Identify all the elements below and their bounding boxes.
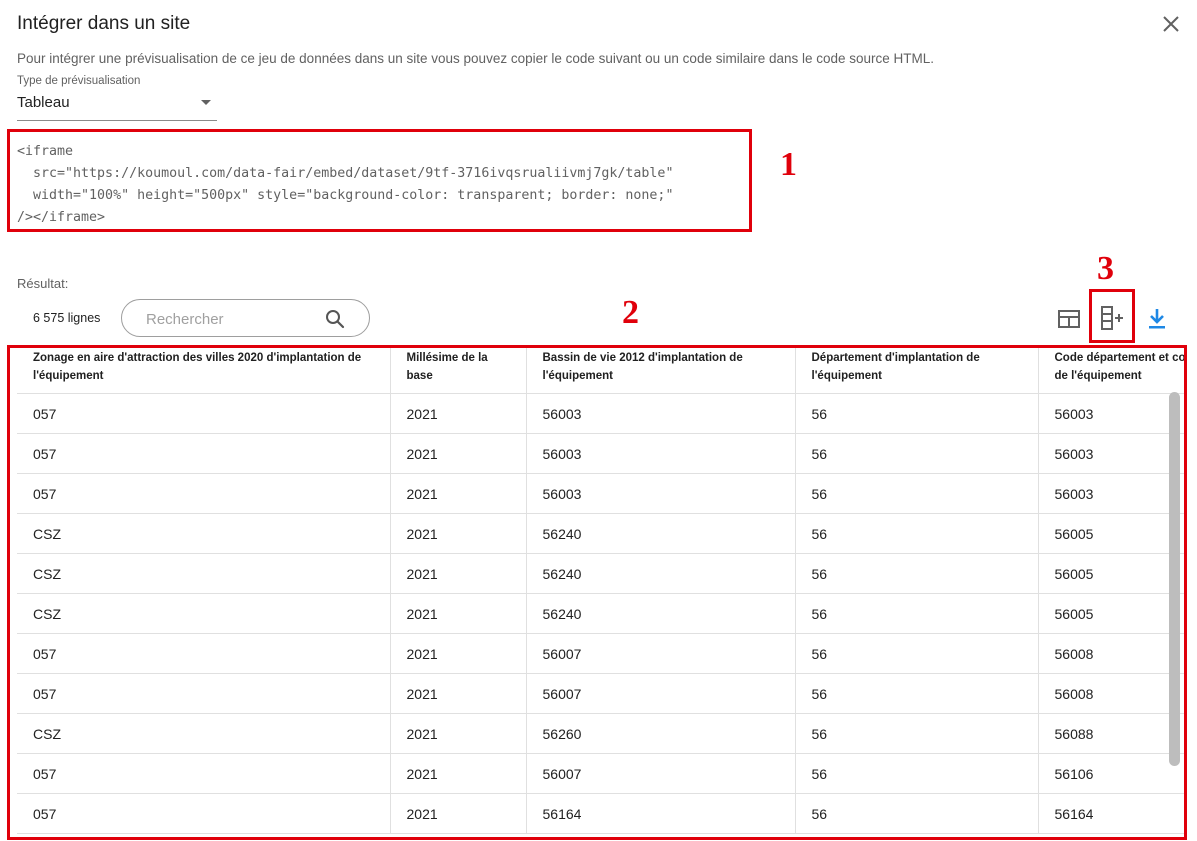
table-view-button[interactable]: [1055, 305, 1083, 333]
intro-text: Pour intégrer une prévisualisation de ce…: [17, 51, 935, 66]
embed-dialog: Intégrer dans un site Pour intégrer une …: [0, 0, 1197, 841]
preview-type-label: Type de prévisualisation: [17, 75, 141, 87]
annotation-number-3: 3: [1097, 250, 1114, 287]
row-count: 6 575 lignes: [33, 311, 101, 325]
annotation-number-2: 2: [622, 294, 639, 331]
code-line: <iframe: [17, 144, 74, 159]
result-label: Résultat:: [17, 276, 69, 291]
code-line: src="https://koumoul.com/data-fair/embed…: [17, 166, 674, 181]
dialog-title: Intégrer dans un site: [17, 13, 191, 34]
dropdown-arrow-icon[interactable]: [201, 100, 211, 105]
code-line: /></iframe>: [17, 210, 106, 225]
search-icon[interactable]: [324, 308, 346, 330]
table-view-icon[interactable]: [1055, 305, 1083, 333]
annotation-number-1: 1: [780, 146, 797, 183]
close-icon[interactable]: [1160, 13, 1182, 35]
search-field[interactable]: [121, 299, 370, 337]
preview-type-value: Tableau: [17, 94, 70, 111]
search-input[interactable]: [144, 308, 328, 330]
annotation-box-2: [7, 345, 1187, 840]
code-line: width="100%" height="500px" style="backg…: [17, 188, 674, 203]
embed-code-block[interactable]: <iframe src="https://koumoul.com/data-fa…: [17, 141, 673, 229]
close-button[interactable]: [1160, 13, 1182, 35]
table-scrollbar[interactable]: [1169, 392, 1180, 766]
download-icon[interactable]: [1143, 305, 1171, 333]
preview-type-select[interactable]: Tableau: [17, 92, 217, 121]
add-column-button[interactable]: [1098, 304, 1126, 332]
download-button[interactable]: [1143, 305, 1171, 333]
add-column-icon[interactable]: [1098, 304, 1126, 332]
